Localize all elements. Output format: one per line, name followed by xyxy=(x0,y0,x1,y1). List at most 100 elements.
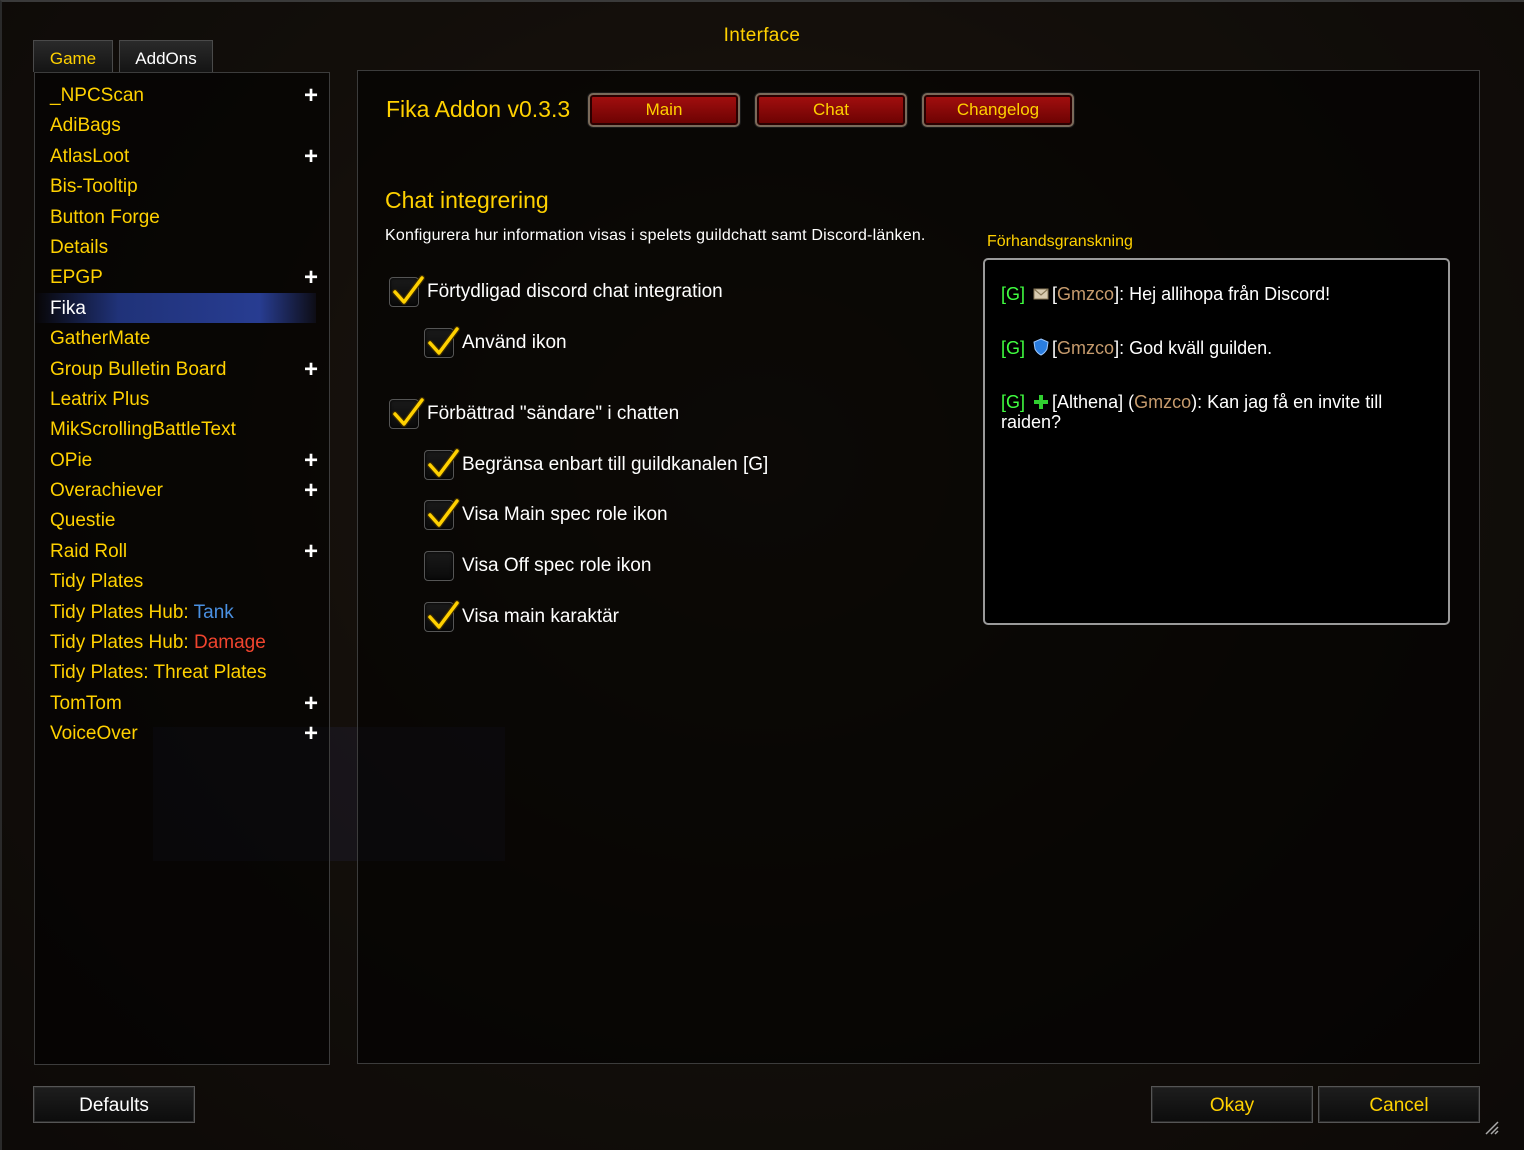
expand-plus-icon[interactable]: + xyxy=(304,262,318,294)
option-row[interactable]: Visa Off spec role ikon xyxy=(424,549,651,583)
checkmark-icon xyxy=(427,448,460,478)
checkmark-icon xyxy=(427,600,460,630)
checkbox[interactable] xyxy=(424,551,454,581)
expand-plus-icon[interactable]: + xyxy=(304,718,318,750)
addon-label: _NPCScan xyxy=(50,85,144,106)
addon-label: Leatrix Plus xyxy=(50,388,150,410)
chat-tab-button[interactable]: Chat xyxy=(755,93,907,127)
addon-label: Tidy Plates xyxy=(50,571,144,593)
defaults-button[interactable]: Defaults xyxy=(33,1086,195,1123)
addon-label: VoiceOver xyxy=(50,723,138,745)
checkbox[interactable] xyxy=(424,326,460,358)
chat-preview-line: [G] [Gmzco]: God kväll guilden. xyxy=(1001,338,1421,358)
option-row[interactable]: Förtydligad discord chat integration xyxy=(389,275,723,309)
expand-plus-icon[interactable]: + xyxy=(304,445,318,477)
addon-label: Button Forge xyxy=(50,206,160,228)
addon-label: OPie xyxy=(50,449,93,471)
addon-list-item[interactable]: VoiceOver + xyxy=(34,718,330,748)
cancel-button[interactable]: Cancel xyxy=(1318,1086,1480,1123)
expand-plus-icon[interactable]: + xyxy=(304,536,318,568)
checkmark-icon xyxy=(427,326,460,356)
addon-label: Bis-Tooltip xyxy=(50,176,138,198)
addon-label: Tidy Plates Hub: xyxy=(50,601,194,623)
addon-label: AdiBags xyxy=(50,115,121,137)
addon-label-accent: Tank xyxy=(193,601,234,623)
addon-list-item[interactable]: Leatrix Plus xyxy=(34,384,330,414)
addon-list-item[interactable]: EPGP + xyxy=(34,262,330,292)
option-label: Visa main karaktär xyxy=(462,606,619,627)
addon-label: TomTom xyxy=(50,692,122,714)
sender-name: Gmzco xyxy=(1057,284,1115,304)
chat-preview-box: [G] [Gmzco]: Hej allihopa från Discord! … xyxy=(983,258,1450,625)
tab-addons[interactable]: AddOns xyxy=(119,40,213,72)
option-row[interactable]: Visa main karaktär xyxy=(424,600,619,634)
addon-list-item[interactable]: MikScrollingBattleText xyxy=(34,414,330,444)
option-label: Visa Main spec role ikon xyxy=(462,504,668,525)
window-title: Interface xyxy=(723,25,801,46)
tab-game[interactable]: Game xyxy=(33,40,113,72)
option-row[interactable]: Begränsa enbart till guildkanalen [G] xyxy=(424,448,768,482)
addon-label: Tidy Plates: Threat Plates xyxy=(50,662,267,684)
checkbox[interactable] xyxy=(389,275,425,307)
checkmark-icon xyxy=(392,397,425,427)
addon-label: Fika xyxy=(50,297,86,319)
resize-grip-icon[interactable] xyxy=(1482,1118,1500,1141)
option-label: Visa Off spec role ikon xyxy=(462,555,652,576)
option-label: Förtydligad discord chat integration xyxy=(427,281,723,302)
chat-prefix: [Althena] ( xyxy=(1052,392,1135,412)
addon-list-item[interactable]: Tidy Plates Hub: Tank xyxy=(34,597,330,627)
sender-name: Gmzco xyxy=(1057,338,1115,358)
addon-list-item[interactable]: AdiBags xyxy=(34,110,330,140)
option-row[interactable]: Använd ikon xyxy=(424,326,567,360)
addon-list-item[interactable]: Tidy Plates Hub: Damage xyxy=(34,627,330,657)
addon-list-item[interactable]: AtlasLoot + xyxy=(34,141,330,171)
addon-list-item[interactable]: OPie + xyxy=(34,445,330,475)
addon-list-item[interactable]: Details xyxy=(34,232,330,262)
addon-label: MikScrollingBattleText xyxy=(50,419,236,441)
addon-list-item[interactable]: Bis-Tooltip xyxy=(34,171,330,201)
chat-message: ]: Hej allihopa från Discord! xyxy=(1114,284,1331,304)
addon-list-item[interactable]: Tidy Plates: Threat Plates xyxy=(34,657,330,687)
addon-label: Tidy Plates Hub: xyxy=(50,632,194,654)
addon-list-item[interactable]: _NPCScan + xyxy=(34,80,330,110)
expand-plus-icon[interactable]: + xyxy=(304,80,318,112)
addon-list-item[interactable]: Tidy Plates xyxy=(34,566,330,596)
checkbox[interactable] xyxy=(389,397,425,429)
expand-plus-icon[interactable]: + xyxy=(304,475,318,507)
okay-button[interactable]: Okay xyxy=(1151,1086,1313,1123)
sender-name: Gmzco xyxy=(1134,392,1192,412)
expand-plus-icon[interactable]: + xyxy=(304,688,318,720)
chat-message: ]: God kväll guilden. xyxy=(1114,338,1273,358)
checkbox[interactable] xyxy=(424,448,460,480)
checkbox[interactable] xyxy=(424,498,460,530)
addon-list-item[interactable]: Group Bulletin Board + xyxy=(34,354,330,384)
checkmark-icon xyxy=(427,498,460,528)
addon-title: Fika Addon v0.3.3 xyxy=(386,96,571,122)
checkbox[interactable] xyxy=(424,600,460,632)
expand-plus-icon[interactable]: + xyxy=(304,354,318,386)
addon-label: Raid Roll xyxy=(50,540,128,562)
addon-list-item[interactable]: Button Forge xyxy=(34,202,330,232)
addon-list-item[interactable]: Questie xyxy=(34,505,330,535)
addon-label: Overachiever xyxy=(50,480,163,502)
preview-label: Förhandsgranskning xyxy=(987,233,1133,250)
changelog-tab-button[interactable]: Changelog xyxy=(922,93,1074,127)
addon-list-item[interactable]: Fika xyxy=(34,292,316,324)
expand-plus-icon[interactable]: + xyxy=(304,141,318,173)
addon-label: Questie xyxy=(50,510,116,532)
addon-list-item[interactable]: GatherMate xyxy=(34,323,330,353)
chat-preview-line: [G] [Althena] (Gmzco): Kan jag få en inv… xyxy=(1001,392,1421,432)
addon-label-accent: Damage xyxy=(193,632,266,654)
channel-tag: [G] xyxy=(1001,338,1026,358)
addon-label: Group Bulletin Board xyxy=(50,358,227,380)
healer-cross-icon xyxy=(1033,394,1049,410)
addon-list-item[interactable]: Raid Roll + xyxy=(34,536,330,566)
addon-list-item[interactable]: Overachiever + xyxy=(34,475,330,505)
addon-list-item[interactable]: TomTom + xyxy=(34,688,330,718)
option-row[interactable]: Förbättrad "sändare" i chatten xyxy=(389,397,679,431)
option-label: Begränsa enbart till guildkanalen [G] xyxy=(462,454,769,475)
main-tab-button[interactable]: Main xyxy=(588,93,740,127)
option-row[interactable]: Visa Main spec role ikon xyxy=(424,498,668,532)
addon-list: _NPCScan + AdiBags AtlasLoot + Bis-Tooltip But… xyxy=(34,80,330,749)
addon-label: AtlasLoot xyxy=(50,145,130,167)
